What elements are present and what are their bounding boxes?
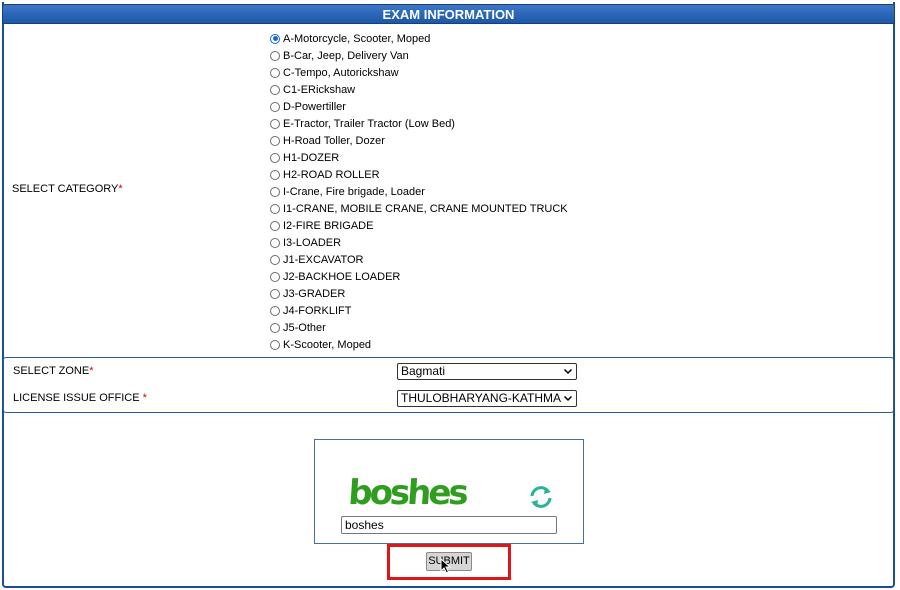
chevron-down-icon <box>563 364 573 379</box>
mouse-cursor-icon <box>440 557 452 577</box>
category-option-label: I1-CRANE, MOBILE CRANE, CRANE MOUNTED TR… <box>283 202 568 215</box>
required-marker: * <box>142 392 147 404</box>
category-option-label: H-Road Toller, Dozer <box>283 134 385 147</box>
chevron-down-icon <box>563 391 573 406</box>
radio-button[interactable] <box>270 118 280 129</box>
category-option[interactable]: H-Road Toller, Dozer <box>270 132 568 149</box>
radio-button[interactable] <box>270 84 280 95</box>
category-option[interactable]: J3-GRADER <box>270 285 568 302</box>
category-option[interactable]: E-Tractor, Trailer Tractor (Low Bed) <box>270 115 568 132</box>
captcha-input[interactable]: boshes <box>341 516 557 534</box>
category-option[interactable]: H1-DOZER <box>270 149 568 166</box>
category-option[interactable]: B-Car, Jeep, Delivery Van <box>270 47 568 64</box>
radio-button[interactable] <box>270 271 280 282</box>
required-marker: * <box>118 183 123 195</box>
category-option-label: J5-Other <box>283 321 326 334</box>
category-option-label: I3-LOADER <box>283 236 342 249</box>
category-option-label: I-Crane, Fire brigade, Loader <box>283 185 425 198</box>
panel-header: EXAM INFORMATION <box>2 4 895 24</box>
category-option[interactable]: J1-EXCAVATOR <box>270 251 568 268</box>
category-option-label: I2-FIRE BRIGADE <box>283 219 374 232</box>
radio-button[interactable] <box>270 288 280 299</box>
radio-button[interactable] <box>270 339 280 350</box>
category-option-label: H2-ROAD ROLLER <box>283 168 380 181</box>
category-option-label: B-Car, Jeep, Delivery Van <box>283 49 409 62</box>
category-option[interactable]: I-Crane, Fire brigade, Loader <box>270 183 568 200</box>
category-option-label: J3-GRADER <box>283 287 346 300</box>
category-option[interactable]: I2-FIRE BRIGADE <box>270 217 568 234</box>
office-label: LICENSE ISSUE OFFICE * <box>13 392 147 404</box>
category-option[interactable]: A-Motorcycle, Scooter, Moped <box>270 30 568 47</box>
office-select[interactable]: THULOBHARYANG-KATHMA <box>397 390 577 407</box>
radio-button[interactable] <box>270 220 280 231</box>
radio-button[interactable] <box>270 254 280 265</box>
category-option[interactable]: D-Powertiller <box>270 98 568 115</box>
category-option-label: J4-FORKLIFT <box>283 304 352 317</box>
category-option-label: C1-ERickshaw <box>283 83 356 96</box>
category-option[interactable]: J2-BACKHOE LOADER <box>270 268 568 285</box>
zone-select-value: Bagmati <box>401 364 446 378</box>
radio-button[interactable] <box>270 169 280 180</box>
radio-button[interactable] <box>270 152 280 163</box>
radio-button[interactable] <box>270 101 280 112</box>
office-select-value: THULOBHARYANG-KATHMA <box>401 391 562 405</box>
radio-button[interactable] <box>270 203 280 214</box>
category-option-label: A-Motorcycle, Scooter, Moped <box>283 32 431 45</box>
radio-button[interactable] <box>270 237 280 248</box>
zone-label: SELECT ZONE* <box>13 365 94 377</box>
captcha-text: boshes <box>348 473 469 512</box>
refresh-captcha-icon[interactable] <box>527 484 555 513</box>
category-option[interactable]: J5-Other <box>270 319 568 336</box>
category-option[interactable]: K-Scooter, Moped <box>270 336 568 353</box>
radio-button[interactable] <box>270 67 280 78</box>
captcha-image: boshes <box>347 470 483 515</box>
category-option[interactable]: H2-ROAD ROLLER <box>270 166 568 183</box>
radio-button[interactable] <box>270 186 280 197</box>
radio-button[interactable] <box>270 33 280 44</box>
zone-select[interactable]: Bagmati <box>397 363 577 380</box>
category-option[interactable]: J4-FORKLIFT <box>270 302 568 319</box>
category-label: SELECT CATEGORY* <box>12 183 123 195</box>
category-option-label: D-Powertiller <box>283 100 346 113</box>
radio-button[interactable] <box>270 50 280 61</box>
category-option[interactable]: I1-CRANE, MOBILE CRANE, CRANE MOUNTED TR… <box>270 200 568 217</box>
category-option-label: H1-DOZER <box>283 151 340 164</box>
category-option-label: K-Scooter, Moped <box>283 338 372 351</box>
radio-button[interactable] <box>270 135 280 146</box>
category-option-label: J2-BACKHOE LOADER <box>283 270 401 283</box>
radio-button[interactable] <box>270 305 280 316</box>
radio-button[interactable] <box>270 322 280 333</box>
category-option[interactable]: I3-LOADER <box>270 234 568 251</box>
required-marker: * <box>89 365 94 377</box>
category-radio-group: A-Motorcycle, Scooter, Moped B-Car, Jeep,… <box>270 30 568 353</box>
category-option[interactable]: C-Tempo, Autorickshaw <box>270 64 568 81</box>
category-option[interactable]: C1-ERickshaw <box>270 81 568 98</box>
category-option-label: C-Tempo, Autorickshaw <box>283 66 399 79</box>
category-option-label: J1-EXCAVATOR <box>283 253 364 266</box>
category-option-label: E-Tractor, Trailer Tractor (Low Bed) <box>283 117 455 130</box>
